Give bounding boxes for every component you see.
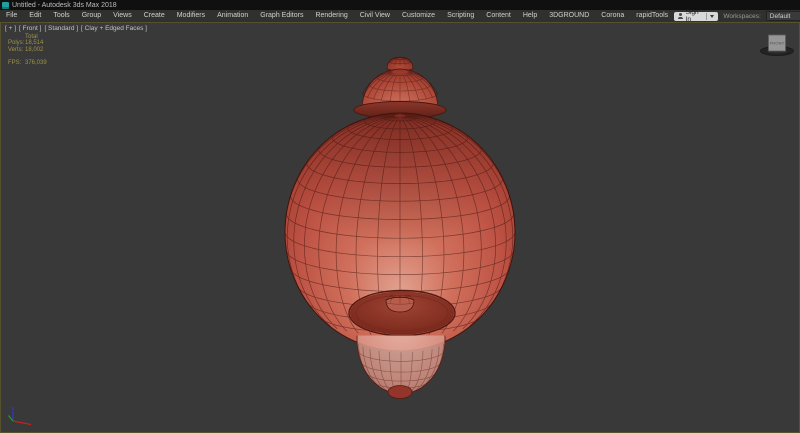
menu-item-modifiers[interactable]: Modifiers <box>171 10 211 22</box>
viewport-scene: FRONT <box>0 22 800 433</box>
viewport-pov-menu[interactable]: [ Front ] <box>19 25 41 32</box>
verts-label: Verts: <box>8 47 25 53</box>
sign-in-button[interactable]: Sign In <box>674 12 718 21</box>
viewport-statistics: Total Polys: 18,514 Verts: 18,002 FPS: 3… <box>8 34 47 67</box>
menu-bar-right: Sign In Workspaces: Default <box>674 11 800 21</box>
workspaces-dropdown[interactable]: Default <box>766 11 800 21</box>
menu-items: FileEditToolsGroupViewsCreateModifiersAn… <box>0 10 674 22</box>
menu-item-rapidtools[interactable]: rapidTools <box>630 10 674 22</box>
menu-item-scripting[interactable]: Scripting <box>441 10 480 22</box>
divider <box>706 13 707 20</box>
menu-item-create[interactable]: Create <box>138 10 171 22</box>
menu-item-graph-editors[interactable]: Graph Editors <box>254 10 309 22</box>
axis-y-green <box>9 416 14 422</box>
menu-item-corona[interactable]: Corona <box>595 10 630 22</box>
axis-tripod <box>9 407 32 425</box>
menu-item-group[interactable]: Group <box>76 10 107 22</box>
stats-fps-row: FPS: 376,039 <box>8 60 47 66</box>
3ds-max-app-icon[interactable] <box>2 2 9 9</box>
window-title: Untitled - Autodesk 3ds Max 2018 <box>12 2 117 9</box>
verts-value: 18,002 <box>25 47 43 53</box>
person-icon <box>678 13 682 19</box>
menu-item-edit[interactable]: Edit <box>23 10 47 22</box>
fps-label: FPS: <box>8 60 25 66</box>
menu-bar: FileEditToolsGroupViewsCreateModifiersAn… <box>0 10 800 22</box>
viewport-plus-menu[interactable]: [ + ] <box>5 25 16 32</box>
workspaces-label: Workspaces: <box>723 13 760 20</box>
app-window: { "window": { "title": "Untitled - Autod… <box>0 0 800 433</box>
menu-item-rendering[interactable]: Rendering <box>309 10 353 22</box>
sign-in-label: Sign In <box>686 9 704 23</box>
menu-item-tools[interactable]: Tools <box>47 10 75 22</box>
viewport-renderer-menu[interactable]: [ Standard ] <box>44 25 78 32</box>
stats-verts-row: Verts: 18,002 <box>8 47 47 53</box>
menu-item-content[interactable]: Content <box>480 10 517 22</box>
viewport-label: [ + ][ Front ][ Standard ][ Clay + Edged… <box>5 25 147 32</box>
menu-item-customize[interactable]: Customize <box>396 10 441 22</box>
menu-item-3dground[interactable]: 3DGROUND <box>543 10 595 22</box>
menu-item-file[interactable]: File <box>0 10 23 22</box>
fps-value: 376,039 <box>25 60 47 66</box>
menu-item-animation[interactable]: Animation <box>211 10 254 22</box>
viewcube[interactable]: FRONT <box>761 35 794 56</box>
viewcube-face-label: FRONT <box>770 41 785 46</box>
menu-item-help[interactable]: Help <box>517 10 543 22</box>
title-bar: Untitled - Autodesk 3ds Max 2018 <box>0 0 800 10</box>
caret-down-icon[interactable] <box>710 15 714 18</box>
menu-item-views[interactable]: Views <box>107 10 138 22</box>
menu-item-civil-view[interactable]: Civil View <box>354 10 396 22</box>
workspaces-value: Default <box>770 13 791 20</box>
axis-x-red <box>13 421 31 425</box>
viewport-shading-menu[interactable]: [ Clay + Edged Faces ] <box>81 25 147 32</box>
model-shell[interactable] <box>285 57 515 398</box>
model-bottom-knob <box>388 386 412 399</box>
